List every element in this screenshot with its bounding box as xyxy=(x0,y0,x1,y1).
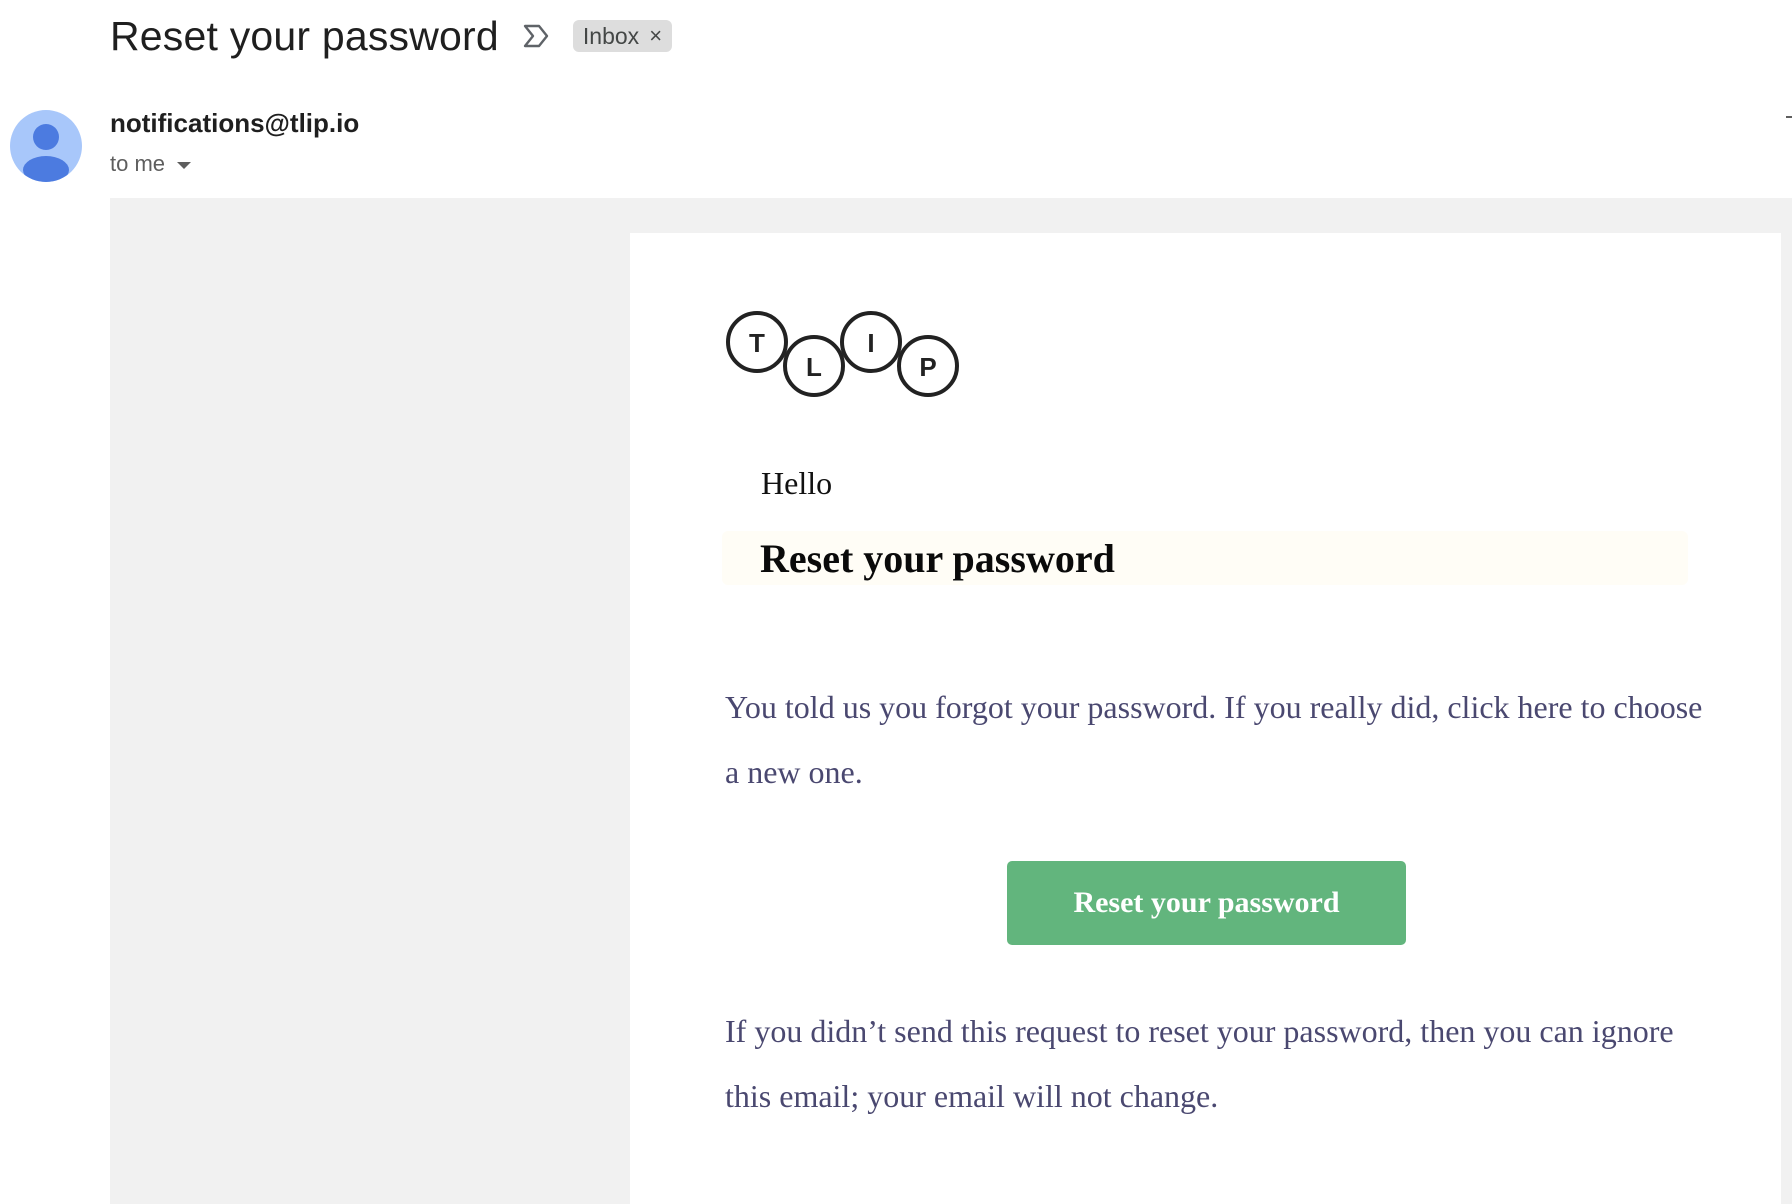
greeting: Hello xyxy=(761,465,833,501)
label-text: Inbox xyxy=(582,22,640,49)
sender-address[interactable]: notifications@tlip.io xyxy=(110,108,359,139)
ignore-notice-paragraph: If you didn’t send this request to reset… xyxy=(725,1013,1674,1114)
recipient-details-toggle[interactable]: to me xyxy=(110,151,359,177)
logo-letter: P xyxy=(919,352,936,382)
inbox-label-chip[interactable]: Inbox × xyxy=(572,20,673,52)
reset-password-button[interactable]: Reset your password xyxy=(1007,861,1406,945)
cut-off-toolbar-icon xyxy=(1786,116,1792,118)
logo-letter: L xyxy=(806,352,822,382)
important-marker-icon[interactable] xyxy=(521,21,551,51)
email-content-card: T L I P Hello Reset your password You to… xyxy=(630,233,1781,1204)
heading-banner: Reset your password xyxy=(722,531,1688,585)
caret-down-icon[interactable] xyxy=(177,161,192,169)
email-view: Reset your password Inbox × notification… xyxy=(0,0,1792,1204)
email-subject: Reset your password xyxy=(110,12,499,59)
person-avatar-icon[interactable] xyxy=(10,110,82,182)
close-icon[interactable]: × xyxy=(649,25,662,47)
subject-row: Reset your password Inbox × xyxy=(110,8,673,64)
recipient-text: to me xyxy=(110,151,166,176)
logo-letter: I xyxy=(867,328,874,358)
sender-block: notifications@tlip.io to me xyxy=(110,108,359,177)
email-heading: Reset your password xyxy=(760,536,1115,581)
tlip-logo: T L I P xyxy=(726,311,959,397)
instruction-paragraph: You told us you forgot your password. If… xyxy=(725,689,1703,790)
logo-letter: T xyxy=(749,328,765,358)
